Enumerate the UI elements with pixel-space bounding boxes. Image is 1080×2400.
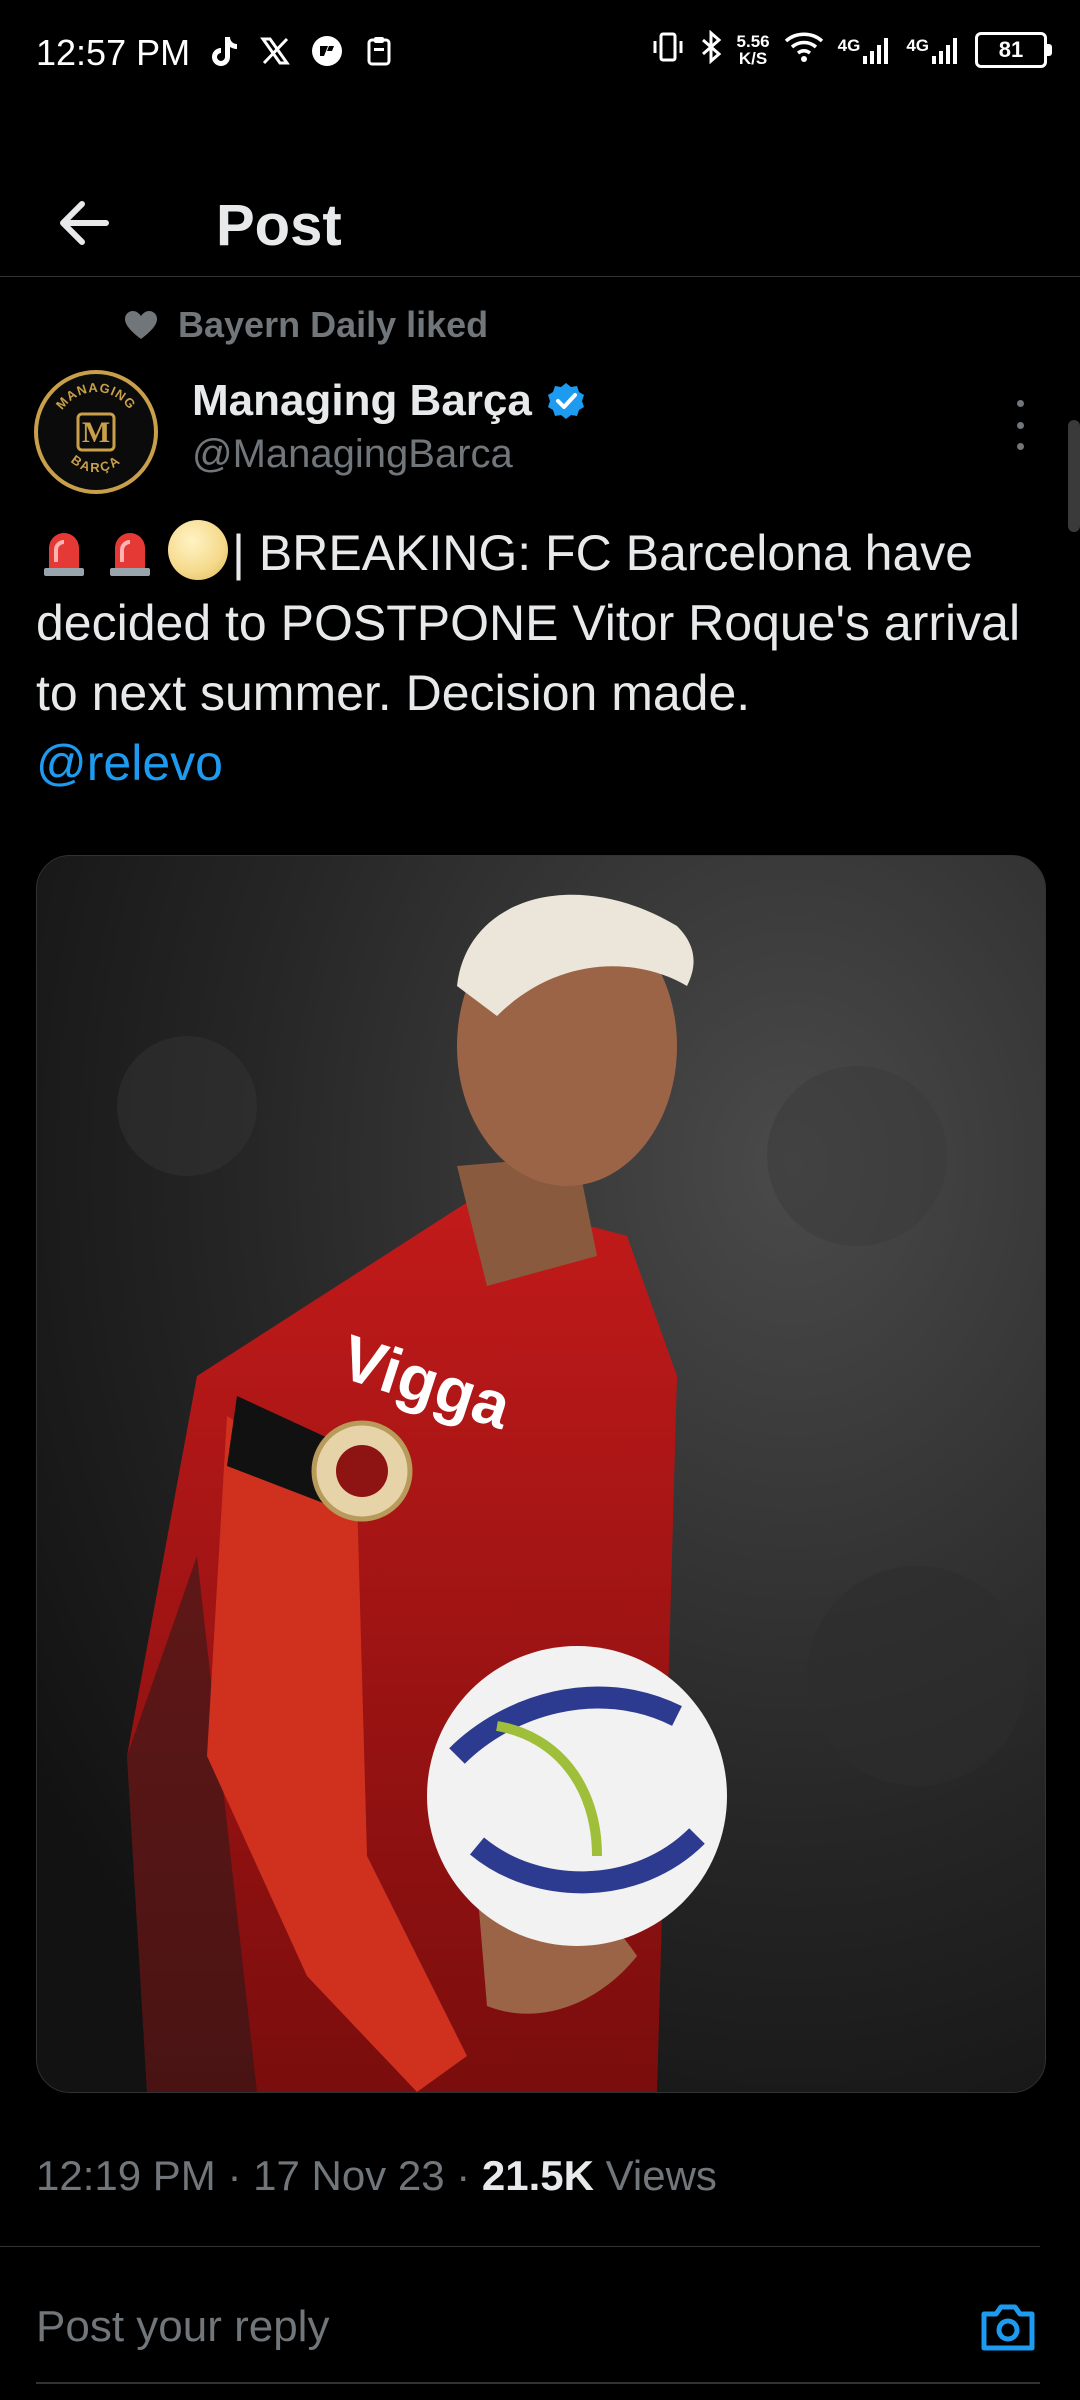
author-handle[interactable]: @ManagingBarca — [192, 432, 513, 477]
tweet-text: | BREAKING: FC Barcelona have decided to… — [36, 518, 1046, 798]
more-dot-icon — [1016, 400, 1024, 407]
divider — [0, 2246, 1040, 2247]
tweet-date: 17 Nov 23 — [253, 2152, 445, 2199]
reply-input[interactable]: Post your reply — [36, 2302, 329, 2352]
siren-emoji — [110, 533, 150, 576]
more-dot-icon — [1016, 443, 1024, 450]
tweet-time: 12:19 PM — [36, 2152, 216, 2199]
moon-emoji — [168, 520, 228, 580]
status-bar: 12:57 PM 5.56 K/S 4G 4G 81 — [0, 0, 1080, 110]
verified-badge-icon — [547, 383, 584, 419]
status-time: 12:57 PM — [36, 32, 191, 73]
mention-link[interactable]: @relevo — [36, 728, 1046, 798]
status-left-icons — [206, 34, 396, 68]
top-header: Post — [0, 130, 1080, 277]
views-label[interactable]: Views — [606, 2152, 717, 2199]
social-context-text: Bayern Daily liked — [178, 304, 489, 345]
scrollbar-thumb[interactable] — [1068, 420, 1080, 532]
author-display-name: Managing Barça — [192, 376, 532, 425]
x-icon — [258, 34, 292, 68]
signal-icon-2: 4G — [906, 36, 961, 64]
battery-icon: 81 — [975, 31, 1052, 68]
views-count[interactable]: 21.5K — [482, 2152, 594, 2199]
svg-text:MANAGING: MANAGING — [53, 380, 139, 412]
svg-text:BARÇA: BARÇA — [68, 452, 123, 475]
tweet-media-image[interactable]: Vigga — [36, 855, 1046, 2093]
clipboard-icon — [362, 34, 396, 68]
bluetooth-icon — [699, 29, 723, 69]
tweet-meta: 12:19 PM · 17 Nov 23 · 21.5K Views — [36, 2152, 717, 2199]
siren-emoji — [44, 533, 84, 576]
wifi-icon — [784, 31, 824, 68]
status-right-icons: 5.56 K/S 4G 4G 81 — [651, 29, 1052, 69]
svg-text:M: M — [82, 416, 110, 449]
back-button[interactable] — [52, 190, 118, 256]
tiktok-icon — [206, 34, 240, 68]
arrow-left-icon — [60, 201, 109, 245]
camera-button[interactable] — [976, 2296, 1040, 2360]
camera-icon — [981, 2304, 1035, 2351]
app-icon — [310, 34, 344, 68]
heart-icon — [125, 311, 157, 339]
social-context[interactable]: Bayern Daily liked — [124, 304, 488, 346]
signal-icon-1: 4G — [838, 36, 893, 64]
managing-barca-logo: MANAGING BARÇA M — [53, 380, 139, 475]
more-options-button[interactable] — [1000, 400, 1040, 450]
network-speed: 5.56 K/S — [736, 31, 770, 68]
reply-underline — [36, 2382, 1040, 2384]
author-name[interactable]: Managing Barça — [192, 376, 586, 426]
more-dot-icon — [1016, 421, 1024, 429]
vibrate-icon — [651, 31, 685, 68]
battery-level: 81 — [975, 31, 1047, 68]
page-title: Post — [216, 193, 342, 258]
avatar[interactable]: MANAGING BARÇA M — [34, 370, 158, 494]
player-photo: Vigga — [37, 856, 1045, 2092]
